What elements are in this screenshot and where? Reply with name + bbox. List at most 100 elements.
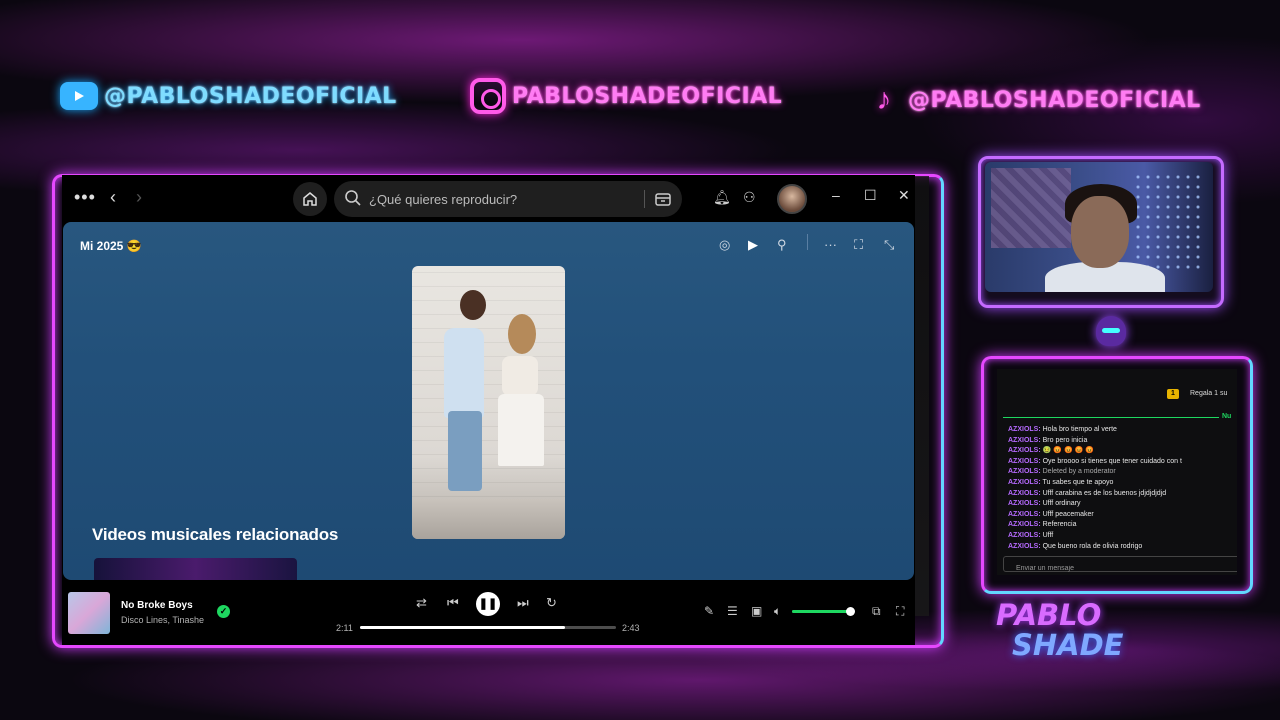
- video-person: [448, 411, 482, 491]
- track-artist[interactable]: Disco Lines, Tinashe: [121, 615, 204, 625]
- background-window-edge: [915, 176, 929, 616]
- chat-username[interactable]: AZXIOLS:: [1008, 521, 1041, 528]
- video-person: [508, 314, 536, 354]
- more-icon[interactable]: •••: [74, 187, 96, 208]
- home-button[interactable]: [293, 182, 327, 216]
- icon-separator: [807, 234, 808, 250]
- chat-gift-bar: 1 Regala 1 su: [997, 385, 1237, 405]
- chat-username[interactable]: AZXIOLS:: [1008, 458, 1041, 465]
- youtube-icon: [60, 82, 98, 110]
- volume-fill: [792, 610, 851, 613]
- chevron-right-icon[interactable]: ›: [136, 187, 142, 208]
- pause-button[interactable]: ❚❚: [476, 592, 500, 616]
- chat-message: AZXIOLS: Ufff carabina es de los buenos …: [1008, 489, 1237, 500]
- chat-username[interactable]: AZXIOLS:: [1008, 426, 1041, 433]
- gift-badge[interactable]: 1: [1167, 389, 1179, 399]
- miniplayer-icon[interactable]: ⧉: [872, 604, 881, 619]
- chat-username[interactable]: AZXIOLS:: [1008, 447, 1041, 454]
- video-person: [460, 290, 486, 320]
- chat-message: AZXIOLS: Ufff peacemaker: [1008, 510, 1237, 521]
- fullscreen-player-icon[interactable]: ⛶: [896, 604, 904, 619]
- webcam-lights: [1133, 172, 1203, 272]
- queue-list-icon[interactable]: ☰: [727, 604, 738, 618]
- chat-username[interactable]: AZXIOLS:: [1008, 490, 1041, 497]
- album-cover[interactable]: [68, 592, 110, 634]
- chat-username[interactable]: AZXIOLS:: [1008, 500, 1041, 507]
- chevron-left-icon[interactable]: ‹: [110, 187, 116, 208]
- search-bar[interactable]: [334, 181, 682, 217]
- video-icon[interactable]: ▶: [748, 237, 758, 253]
- video-floor: [412, 499, 565, 539]
- chat-message-text: Hola bro tiempo al verte: [1040, 426, 1117, 433]
- repeat-icon[interactable]: ↻: [546, 595, 557, 611]
- more-options-icon[interactable]: ···: [824, 237, 837, 252]
- volume-icon[interactable]: 🔈︎: [774, 604, 781, 619]
- related-video-thumbnail[interactable]: [94, 558, 297, 580]
- chat-message: AZXIOLS: Hola bro tiempo al verte: [1008, 425, 1237, 436]
- chat-message-text: Oye broooo si tienes que tener cuidado c…: [1040, 457, 1182, 465]
- brand-line-2: SHADE: [1012, 628, 1124, 662]
- queue-icon[interactable]: ◎: [719, 237, 730, 253]
- volume-knob[interactable]: [846, 607, 856, 616]
- player-bar: No Broke Boys Disco Lines, Tinashe ✓ ⇄ ⏮…: [62, 580, 915, 645]
- video-person: [502, 356, 538, 396]
- volume-slider[interactable]: [792, 607, 856, 616]
- friends-icon[interactable]: ⚇: [743, 189, 756, 206]
- connect-device-icon[interactable]: ▣: [751, 604, 762, 618]
- saved-check-icon[interactable]: ✓: [217, 605, 230, 618]
- chat-message-text: Ufff carabina es de los buenos jdjdjdjdj…: [1040, 489, 1167, 497]
- bell-icon[interactable]: 🔔︎: [713, 189, 731, 206]
- chat-message: AZXIOLS: Referencia: [1008, 520, 1237, 531]
- chat-username[interactable]: AZXIOLS:: [1008, 479, 1041, 486]
- chat-messages: AZXIOLS: Hola bro tiempo al verte AZXIOLS…: [1008, 425, 1237, 552]
- previous-icon[interactable]: ⏮: [447, 595, 459, 611]
- now-playing-view: Mi 2025 😎 ◎ ▶ ⚲ ··· ⛶ ⤡ Videos musicales…: [63, 222, 914, 580]
- brand-logo: PABLO SHADE: [996, 600, 1123, 660]
- youtube-handle: @PABLOSHADEOFICIAL: [60, 82, 397, 110]
- chat-input[interactable]: [1004, 561, 1237, 575]
- time-total: 2:43: [622, 623, 640, 633]
- progress-bar[interactable]: [360, 626, 616, 629]
- hooded-mascot-icon: [1096, 316, 1126, 346]
- new-messages-divider: [1003, 417, 1219, 418]
- youtube-handle-text: @PABLOSHADEOFICIAL: [104, 83, 397, 109]
- chat-message-text: Ufff ordinary: [1040, 500, 1081, 508]
- chat-username[interactable]: AZXIOLS:: [1008, 532, 1041, 539]
- brand-line-1: PABLO: [996, 598, 1102, 632]
- search-input[interactable]: [369, 189, 609, 209]
- playlist-title[interactable]: Mi 2025 😎: [80, 239, 142, 253]
- chat-username[interactable]: AZXIOLS:: [1008, 468, 1041, 475]
- minimize-icon[interactable]: –: [832, 187, 840, 203]
- chat-message: AZXIOLS: 🤢 😡 😡 😡 😡: [1008, 446, 1237, 457]
- avatar[interactable]: [777, 184, 807, 214]
- collapse-icon[interactable]: ⤡: [884, 237, 894, 253]
- gift-text[interactable]: Regala 1 su: [1190, 390, 1227, 397]
- chat-username[interactable]: AZXIOLS:: [1008, 511, 1041, 518]
- close-icon[interactable]: ✕: [898, 187, 910, 204]
- search-separator: [644, 190, 645, 208]
- microphone-icon[interactable]: ✎: [704, 604, 714, 618]
- new-messages-label: Nu: [1222, 413, 1232, 420]
- video-person: [444, 328, 484, 418]
- fullscreen-icon[interactable]: ⛶: [854, 237, 863, 253]
- next-icon[interactable]: ⏭: [517, 595, 529, 611]
- chat-username[interactable]: AZXIOLS:: [1008, 437, 1041, 444]
- artist-icon[interactable]: ⚲: [777, 237, 787, 253]
- chat-message-text: Referencia: [1040, 521, 1077, 529]
- maximize-icon[interactable]: ☐: [864, 187, 877, 204]
- time-current: 2:11: [336, 623, 353, 633]
- chat-message-text: Bro pero inicia: [1040, 436, 1088, 444]
- chat-message: AZXIOLS: Que bueno rola de olivia rodrig…: [1008, 542, 1237, 553]
- browse-icon[interactable]: [654, 190, 672, 208]
- chat-send-box[interactable]: [1003, 556, 1237, 575]
- titlebar: ••• ‹ › 🔔︎ ⚇ – ☐ ✕: [62, 175, 915, 221]
- related-videos-heading: Videos musicales relacionados: [92, 525, 339, 544]
- chat-username[interactable]: AZXIOLS:: [1008, 543, 1041, 550]
- track-title[interactable]: No Broke Boys: [121, 600, 193, 611]
- chat-message-text: Que bueno rola de olivia rodrigo: [1040, 542, 1143, 550]
- music-video[interactable]: [412, 266, 565, 539]
- instagram-icon: [470, 78, 506, 114]
- instagram-handle-text: PABLOSHADEOFICIAL: [512, 83, 783, 109]
- video-person: [498, 394, 544, 466]
- shuffle-icon[interactable]: ⇄: [416, 595, 427, 611]
